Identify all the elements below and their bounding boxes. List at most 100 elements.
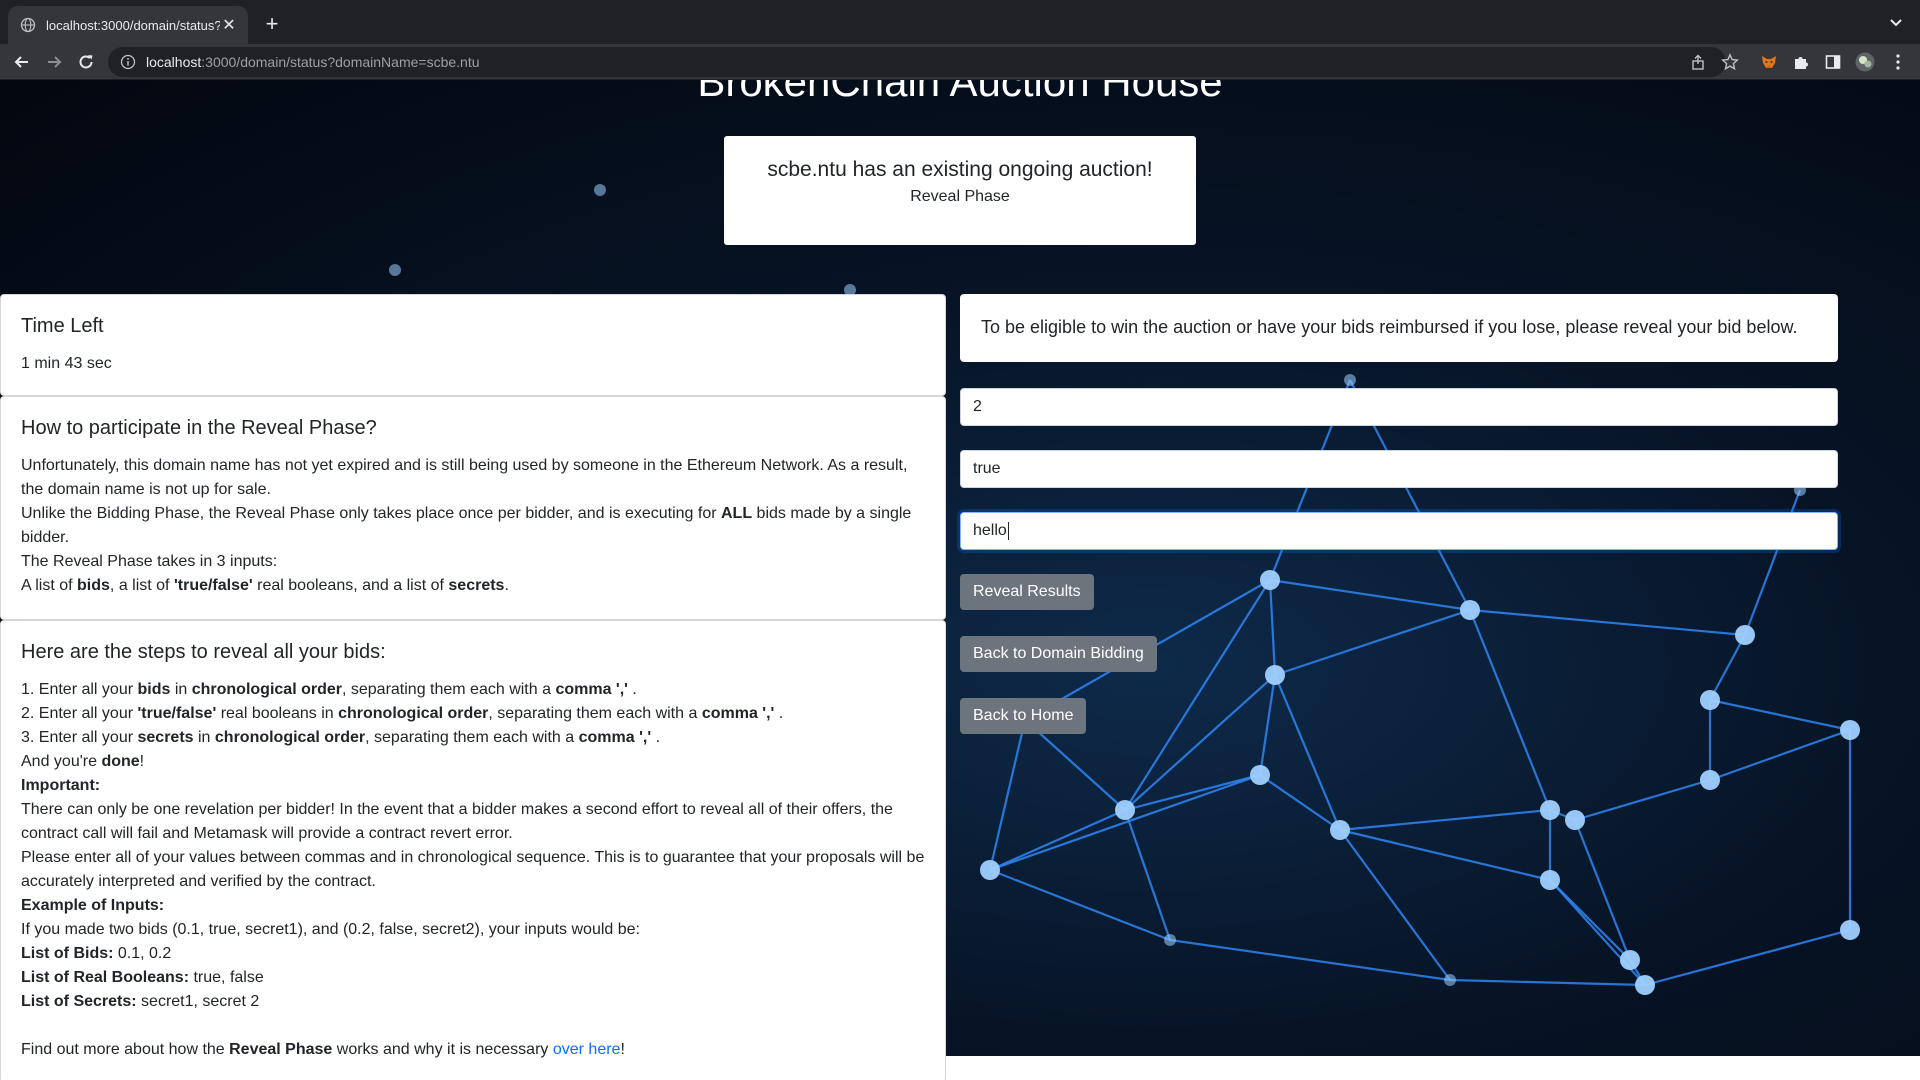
secrets-input[interactable]: hello bbox=[960, 512, 1838, 550]
network-node bbox=[594, 184, 606, 196]
network-node bbox=[389, 264, 401, 276]
url-host: localhost bbox=[146, 54, 202, 70]
browser-tab[interactable]: localhost:3000/domain/status? ✕ bbox=[8, 6, 248, 44]
network-line bbox=[1268, 579, 1277, 676]
how-to-paragraph: Unfortunately, this domain name has not … bbox=[21, 457, 908, 498]
example-booleans: List of Real Booleans: true, false bbox=[21, 966, 925, 990]
info-icon[interactable] bbox=[120, 54, 136, 70]
text: real booleans, and a list of bbox=[252, 577, 449, 594]
text: . bbox=[627, 681, 637, 698]
over-here-link[interactable]: over here bbox=[553, 1041, 621, 1058]
network-node bbox=[1265, 665, 1285, 685]
close-icon[interactable]: ✕ bbox=[220, 15, 238, 35]
text: true, false bbox=[189, 969, 264, 986]
done-line: And you're done! bbox=[21, 750, 925, 774]
network-line bbox=[1339, 808, 1551, 832]
text: Find out more about how the bbox=[21, 1041, 230, 1058]
important-text: Please enter all of your values between … bbox=[21, 849, 925, 890]
network-line bbox=[1169, 938, 1451, 982]
address-bar[interactable]: localhost:3000/domain/status?domainName=… bbox=[108, 47, 1726, 77]
text-bold: chronological order bbox=[338, 705, 489, 722]
network-node bbox=[1635, 975, 1655, 995]
network-node bbox=[1540, 870, 1560, 890]
text: . bbox=[651, 729, 661, 746]
text: . bbox=[504, 577, 509, 594]
text-caret bbox=[1007, 521, 1009, 540]
example-label: Example of Inputs: bbox=[21, 894, 925, 918]
text-bold: Reveal Phase bbox=[229, 1041, 333, 1058]
network-line bbox=[1124, 579, 1271, 811]
text-bold: comma ',' bbox=[555, 681, 628, 698]
network-line bbox=[1468, 609, 1552, 811]
text-bold: Important: bbox=[21, 777, 101, 794]
text-bold: comma ',' bbox=[701, 705, 775, 722]
star-icon[interactable] bbox=[1720, 52, 1740, 72]
network-node bbox=[980, 860, 1000, 880]
text: , separating them each with a bbox=[488, 705, 702, 722]
important-text: There can only be one revelation per bid… bbox=[21, 801, 893, 842]
network-line bbox=[1469, 608, 1746, 637]
network-node bbox=[1164, 934, 1176, 946]
network-line bbox=[1123, 809, 1172, 941]
chevron-down-icon[interactable] bbox=[1886, 12, 1906, 32]
back-to-domain-bidding-button[interactable]: Back to Domain Bidding bbox=[960, 636, 1157, 672]
text: real booleans in bbox=[216, 705, 339, 722]
text-bold: comma ',' bbox=[578, 729, 652, 746]
url-path: :3000/domain/status?domainName=scbe.ntu bbox=[201, 54, 480, 70]
back-to-home-button[interactable]: Back to Home bbox=[960, 698, 1087, 734]
text: ! bbox=[620, 1041, 625, 1058]
example-text: If you made two bids (0.1, true, secret1… bbox=[21, 921, 640, 938]
text: ! bbox=[139, 753, 145, 770]
network-line bbox=[1258, 674, 1277, 776]
metamask-fox-icon[interactable] bbox=[1759, 52, 1779, 72]
text-bold: List of Secrets: bbox=[21, 993, 137, 1010]
how-to-participate-card: How to participate in the Reveal Phase? … bbox=[0, 396, 946, 620]
step-item: 2. Enter all your 'true/false' real bool… bbox=[21, 702, 925, 726]
text: in bbox=[193, 729, 215, 746]
secrets-input-value: hello bbox=[973, 522, 1007, 539]
how-to-heading: How to participate in the Reveal Phase? bbox=[21, 417, 377, 439]
network-line bbox=[1449, 978, 1646, 987]
network-node bbox=[1700, 770, 1720, 790]
side-panel-icon[interactable] bbox=[1823, 52, 1843, 72]
auction-phase-label: Reveal Phase bbox=[910, 188, 1010, 205]
reveal-results-button[interactable]: Reveal Results bbox=[960, 574, 1094, 610]
how-to-paragraph: Unlike the Bidding Phase, the Reveal Pha… bbox=[21, 502, 925, 550]
text: in bbox=[170, 681, 192, 698]
network-line bbox=[1709, 728, 1851, 782]
text: works and why it is necessary bbox=[332, 1041, 553, 1058]
text-bold: done bbox=[101, 753, 140, 770]
how-to-paragraph: The Reveal Phase takes in 3 inputs: bbox=[21, 553, 278, 570]
network-line bbox=[989, 808, 1126, 872]
globe-icon bbox=[20, 17, 36, 33]
kebab-menu-icon[interactable] bbox=[1888, 52, 1908, 72]
important-label: Important: bbox=[21, 774, 925, 798]
text: , a list of bbox=[109, 577, 174, 594]
forward-arrow-icon[interactable] bbox=[42, 50, 66, 74]
text: . bbox=[774, 705, 784, 722]
extensions-puzzle-icon[interactable] bbox=[1791, 52, 1811, 72]
example-secrets: List of Secrets: secret1, secret 2 bbox=[21, 990, 925, 1014]
plus-icon[interactable]: + bbox=[258, 10, 286, 38]
back-arrow-icon[interactable] bbox=[10, 50, 34, 74]
booleans-input[interactable]: true bbox=[960, 450, 1838, 488]
share-icon[interactable] bbox=[1688, 52, 1708, 72]
text-bold: List of Bids: bbox=[21, 945, 114, 962]
profile-avatar-icon[interactable] bbox=[1855, 52, 1875, 72]
network-line bbox=[989, 773, 1261, 872]
browser-tab-bar: localhost:3000/domain/status? ✕ + bbox=[0, 0, 1920, 44]
bids-input[interactable]: 2 bbox=[960, 388, 1838, 426]
text: 2. Enter all your bbox=[21, 705, 138, 722]
reveal-instruction-note: To be eligible to win the auction or hav… bbox=[960, 294, 1838, 362]
step-item: 3. Enter all your secrets in chronologic… bbox=[21, 726, 925, 750]
network-node bbox=[1565, 810, 1585, 830]
text-bold: ALL bbox=[721, 505, 753, 522]
reload-icon[interactable] bbox=[74, 50, 98, 74]
network-line bbox=[1644, 928, 1851, 987]
step-item: 1. Enter all your bids in chronological … bbox=[21, 678, 925, 702]
text-bold: chronological order bbox=[214, 729, 366, 746]
text: 0.1, 0.2 bbox=[113, 945, 172, 962]
network-line bbox=[1709, 698, 1851, 732]
text: And you're bbox=[21, 753, 102, 770]
